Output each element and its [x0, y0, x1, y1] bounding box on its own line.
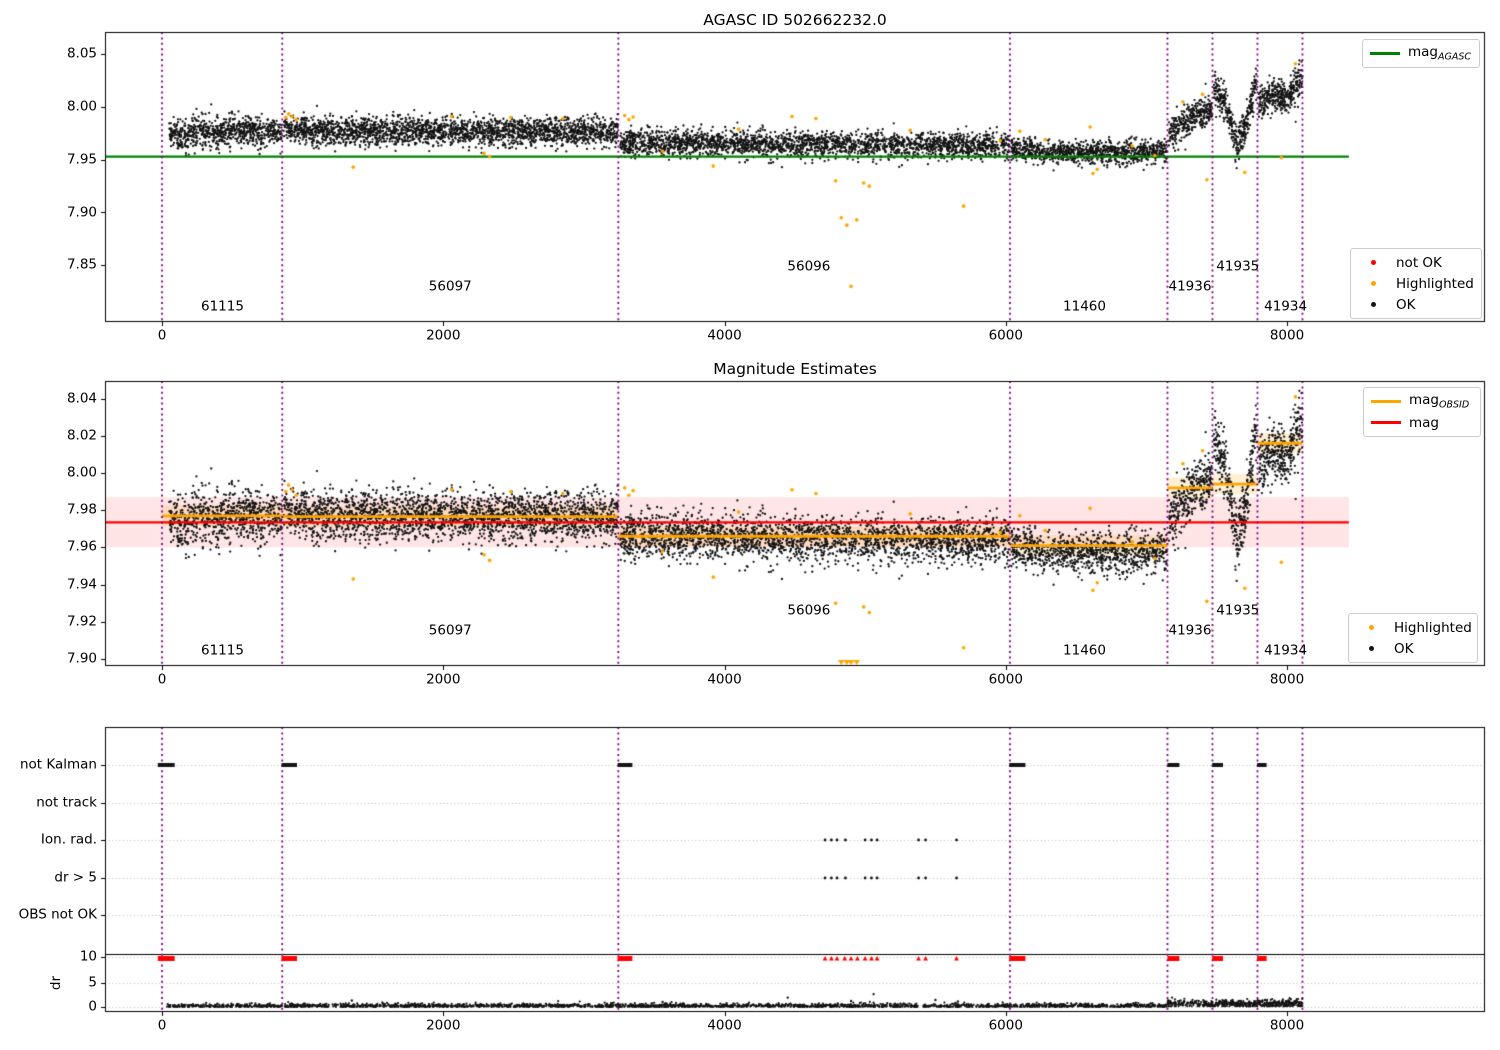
legend-top-markers: not OK Highlighted OK — [1350, 248, 1482, 319]
flag-row-label: dr > 5 — [54, 871, 97, 885]
obsid-label: 56096 — [787, 604, 830, 618]
y-tick-label: 5 — [88, 976, 97, 990]
y-tick-label: 8.00 — [67, 466, 97, 480]
y-tick-label: 7.96 — [67, 541, 97, 555]
obsid-label: 41935 — [1216, 260, 1259, 274]
legend-label-mag-obsid: magOBSID — [1409, 392, 1469, 411]
y-tick-label: 8.04 — [67, 392, 97, 406]
legend-item-mag-obsid: magOBSID — [1370, 391, 1474, 412]
chart-canvas — [0, 0, 1500, 1050]
legend-label-ok: OK — [1396, 297, 1415, 313]
obsid-label: 41934 — [1264, 300, 1307, 314]
dr-axis-label: dr — [48, 976, 64, 990]
legend-label-mag-agasc: magAGASC — [1408, 44, 1471, 63]
legend-mag-lines: magOBSID mag — [1363, 387, 1481, 437]
legend-label-highlighted-2: Highlighted — [1394, 620, 1472, 636]
y-tick-label: 10 — [80, 950, 97, 964]
mag-agasc-line-swatch — [1369, 52, 1401, 55]
ok-dot-swatch-2 — [1355, 646, 1387, 651]
y-tick-label: 7.98 — [67, 503, 97, 517]
obsid-label: 61115 — [201, 300, 244, 314]
obsid-label: 41934 — [1264, 644, 1307, 658]
obsid-label: 56096 — [787, 260, 830, 274]
x-tick-label: 6000 — [989, 673, 1023, 687]
x-tick-label: 6000 — [989, 329, 1023, 343]
x-tick-label: 2000 — [426, 1019, 460, 1033]
y-tick-label: 7.95 — [67, 153, 97, 167]
flag-row-label: OBS not OK — [19, 908, 97, 922]
obsid-label: 41935 — [1216, 604, 1259, 618]
highlighted-dot-swatch — [1357, 281, 1389, 286]
x-tick-label: 8000 — [1270, 329, 1304, 343]
x-tick-label: 0 — [158, 329, 167, 343]
x-tick-label: 8000 — [1270, 673, 1304, 687]
x-tick-label: 4000 — [707, 1019, 741, 1033]
y-tick-label: 8.00 — [67, 100, 97, 114]
legend-item-not-ok: not OK — [1357, 252, 1475, 273]
legend-label-highlighted: Highlighted — [1396, 276, 1474, 292]
obsid-label: 11460 — [1063, 300, 1106, 314]
x-tick-label: 4000 — [707, 329, 741, 343]
x-tick-label: 4000 — [707, 673, 741, 687]
y-tick-label: 7.90 — [67, 652, 97, 666]
highlighted-dot-swatch-2 — [1355, 625, 1387, 630]
flag-row-label: not Kalman — [20, 758, 97, 772]
middle-plot-title: Magnitude Estimates — [713, 360, 877, 378]
legend-label-mag: mag — [1409, 415, 1439, 431]
not-ok-dot-swatch — [1357, 260, 1389, 265]
y-tick-label: 8.02 — [67, 429, 97, 443]
top-plot-title: AGASC ID 502662232.0 — [703, 11, 887, 29]
y-tick-label: 7.85 — [67, 259, 97, 273]
obsid-label: 41936 — [1168, 280, 1211, 294]
flag-row-label: Ion. rad. — [41, 833, 97, 847]
legend-item-highlighted-2: Highlighted — [1355, 617, 1471, 638]
obsid-label: 56097 — [429, 280, 472, 294]
mag-obsid-line-swatch — [1370, 400, 1402, 403]
legend-label-ok-2: OK — [1394, 641, 1413, 657]
figure: AGASC ID 502662232.0 Magnitude Estimates… — [0, 0, 1500, 1050]
x-tick-label: 6000 — [989, 1019, 1023, 1033]
x-tick-label: 2000 — [426, 673, 460, 687]
ok-dot-swatch — [1357, 302, 1389, 307]
y-tick-label: 7.92 — [67, 615, 97, 629]
x-tick-label: 8000 — [1270, 1019, 1304, 1033]
x-tick-label: 0 — [158, 673, 167, 687]
legend-item-highlighted: Highlighted — [1357, 273, 1475, 294]
obsid-label: 41936 — [1168, 624, 1211, 638]
x-tick-label: 2000 — [426, 329, 460, 343]
y-tick-label: 8.05 — [67, 48, 97, 62]
legend-item-mag-agasc: magAGASC — [1369, 43, 1473, 64]
y-tick-label: 7.94 — [67, 578, 97, 592]
legend-item-ok-2: OK — [1355, 638, 1471, 659]
legend-item-ok: OK — [1357, 294, 1475, 315]
obsid-label: 61115 — [201, 644, 244, 658]
obsid-label: 11460 — [1063, 644, 1106, 658]
y-tick-label: 7.90 — [67, 206, 97, 220]
mag-line-swatch — [1370, 421, 1402, 424]
legend-label-not-ok: not OK — [1396, 255, 1442, 271]
legend-item-mag: mag — [1370, 412, 1474, 433]
obsid-label: 56097 — [429, 624, 472, 638]
x-tick-label: 0 — [158, 1019, 167, 1033]
y-tick-label: 0 — [88, 1000, 97, 1014]
legend-middle-markers: Highlighted OK — [1348, 613, 1478, 663]
legend-mag-agasc: magAGASC — [1362, 39, 1480, 68]
flag-row-label: not track — [36, 796, 97, 810]
